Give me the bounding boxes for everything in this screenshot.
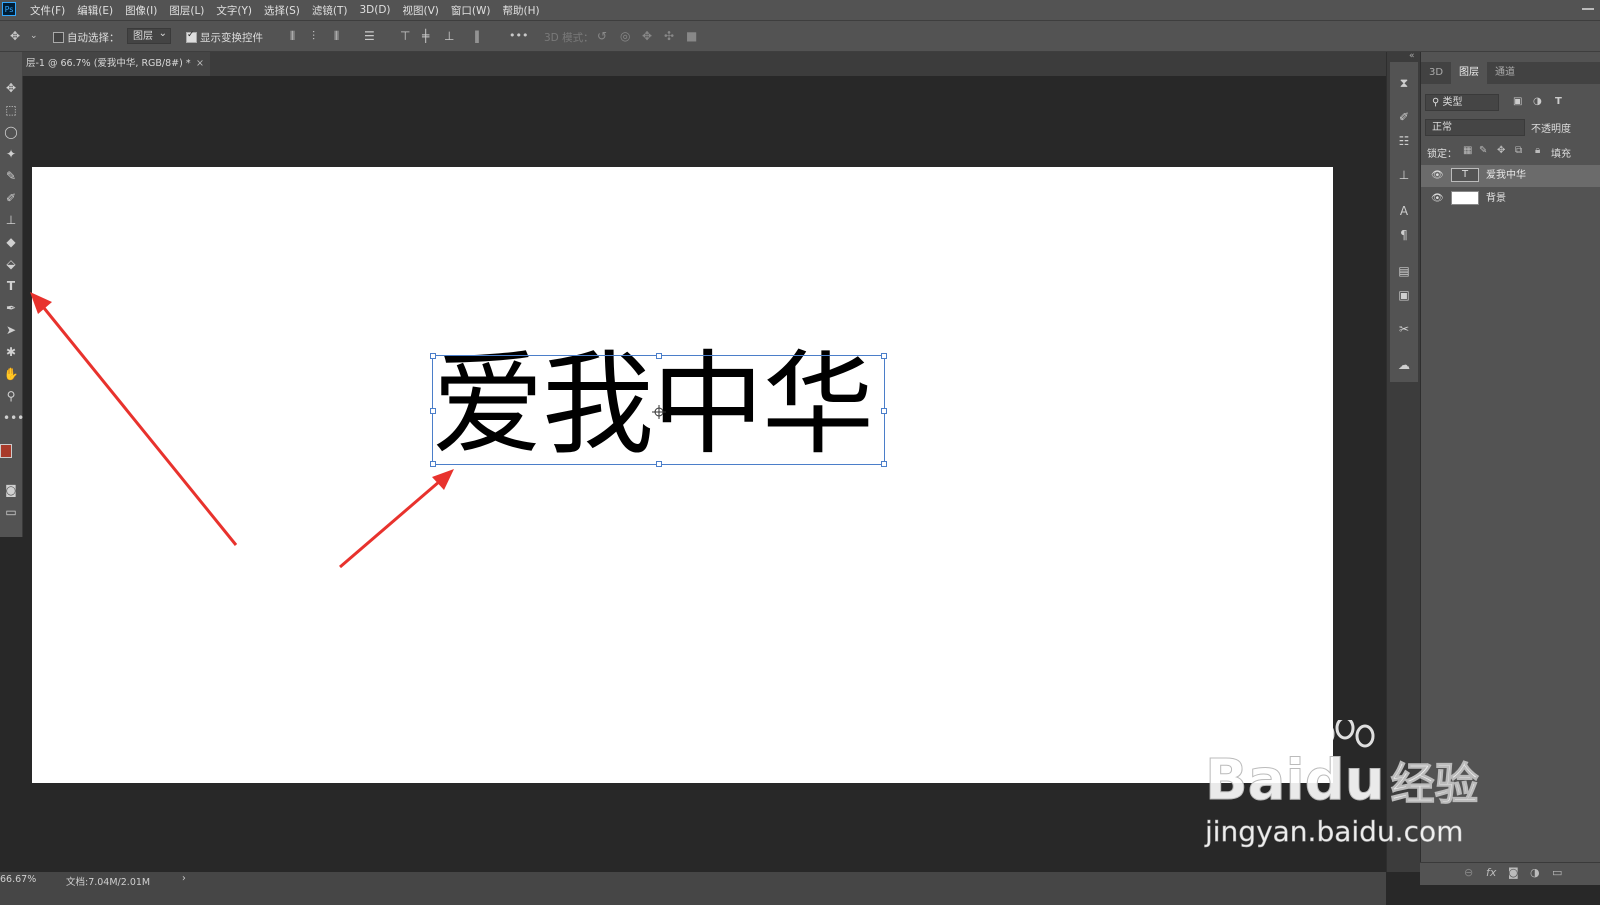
layer-row-background[interactable]: 👁︎ 背景 [1421, 188, 1600, 210]
tab-layers[interactable]: 图层 [1451, 62, 1487, 84]
new-adjustment-icon[interactable]: ◑ [1530, 866, 1540, 879]
lock-position-icon[interactable]: ✥ [1497, 145, 1505, 156]
filter-adjustment-icon[interactable]: ◑ [1533, 96, 1542, 107]
lock-transparent-icon[interactable]: ▦ [1463, 145, 1472, 156]
collapse-dock-icon[interactable]: « [1409, 51, 1415, 61]
background-layer-thumbnail [1451, 191, 1479, 205]
layer-name: 背景 [1486, 193, 1506, 204]
fill-label: 填充 [1551, 149, 1571, 160]
character-panel-icon[interactable]: A [1397, 204, 1411, 218]
history-panel-icon[interactable]: ⧗ [1397, 76, 1411, 90]
lock-pixels-icon[interactable]: ✎ [1479, 145, 1487, 156]
tab-3d[interactable]: 3D [1429, 62, 1443, 84]
document-size: 文档:7.04M/2.01M [66, 877, 151, 888]
annotation-arrowhead [30, 292, 52, 314]
lock-artboard-icon[interactable]: ⧉ [1515, 145, 1522, 156]
notes-icon[interactable]: ▣ [1397, 288, 1411, 302]
layer-filter-value: 类型 [1442, 97, 1463, 108]
layer-row-text[interactable]: 👁︎ T 爱我中华 [1421, 165, 1600, 187]
lock-label: 锁定： [1427, 149, 1457, 160]
paragraph-panel-icon[interactable]: ¶ [1397, 228, 1411, 242]
adjustments-icon[interactable]: ☷ [1397, 134, 1411, 148]
add-mask-icon[interactable]: ◙ [1508, 866, 1519, 879]
clone-source-icon[interactable]: ⊥ [1397, 168, 1411, 182]
lock-all-icon[interactable]: 🔒︎ [1535, 145, 1540, 156]
filter-pixel-icon[interactable]: ▣ [1513, 96, 1522, 107]
annotation-arrow-to-type-tool [42, 307, 238, 546]
baidu-brand-tail: du [1304, 748, 1385, 814]
layer-filter-dropdown[interactable]: ⚲ 类型 [1425, 94, 1499, 111]
blend-mode-dropdown[interactable]: 正常 [1425, 119, 1525, 136]
libraries-icon[interactable]: ☁ [1397, 358, 1411, 372]
baidu-brand: Bai [1205, 748, 1306, 814]
watermark-url: jingyan.baidu.com [1205, 815, 1464, 849]
tab-channels[interactable]: 通道 [1495, 62, 1515, 84]
properties-icon[interactable]: ▤ [1397, 264, 1411, 278]
baidu-watermark: Baidu 经验 jingyan.baidu.com [1205, 720, 1505, 870]
opacity-label: 不透明度 [1531, 124, 1571, 135]
annotation-arrow-to-text [339, 479, 441, 569]
jingyan-brand: 经验 [1390, 759, 1479, 811]
status-bar: 66.67% 文档:7.04M/2.01M › [0, 872, 1386, 905]
new-group-icon[interactable]: ▭ [1552, 866, 1562, 879]
status-menu-arrow-icon[interactable]: › [182, 873, 186, 884]
layer-name: 爱我中华 [1486, 170, 1526, 181]
brush-settings-icon[interactable]: ✐ [1397, 110, 1411, 124]
visibility-eye-icon[interactable]: 👁︎ [1431, 165, 1444, 187]
zoom-level[interactable]: 66.67% [0, 874, 36, 885]
filter-type-icon[interactable]: T [1555, 96, 1562, 107]
tool-presets-icon[interactable]: ✂ [1397, 322, 1411, 336]
search-icon: ⚲ [1432, 97, 1443, 108]
panel-tabs: 3D 图层 通道 [1421, 62, 1600, 84]
text-layer-thumbnail: T [1451, 168, 1479, 182]
visibility-eye-icon[interactable]: 👁︎ [1431, 188, 1444, 210]
